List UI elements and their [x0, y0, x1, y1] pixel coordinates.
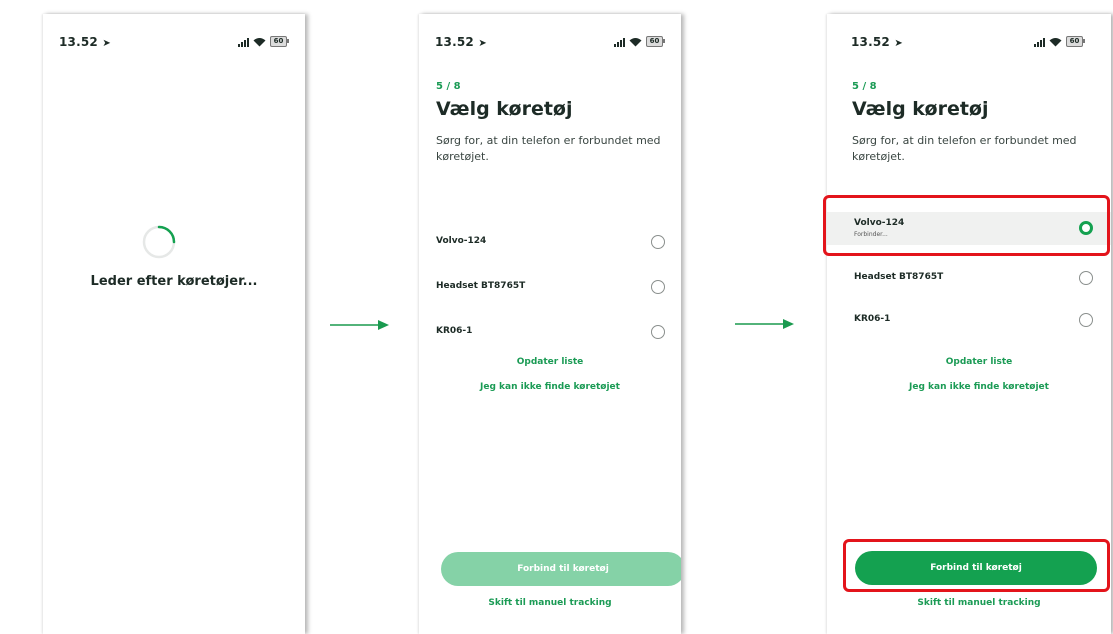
battery-icon: 60 [270, 36, 289, 47]
switch-manual-tracking-link[interactable]: Skift til manuel tracking [419, 598, 681, 608]
battery-icon: 60 [1066, 36, 1085, 47]
screen-loading: 13.52 ➤ 60 Leder efter køretøjer... [43, 14, 305, 634]
arrow-right-icon [735, 319, 794, 329]
signal-icon [1034, 37, 1045, 47]
cannot-find-vehicle-link[interactable]: Jeg kan ikke finde køretøjet [419, 382, 681, 392]
highlight-connect-button [843, 539, 1110, 592]
refresh-list-link[interactable]: Opdater liste [419, 357, 681, 367]
arrow-right-icon [330, 320, 389, 330]
status-bar: 13.52 ➤ 60 [43, 14, 305, 54]
step-indicator: 5 / 8 [436, 81, 461, 92]
page-subtitle: Sørg for, at din telefon er forbundet me… [852, 134, 1077, 163]
location-arrow-icon: ➤ [894, 38, 903, 49]
connect-vehicle-button[interactable]: Forbind til køretøj [441, 552, 681, 586]
status-time: 13.52 [851, 35, 890, 49]
status-bar: 13.52 ➤ 60 [419, 14, 681, 54]
radio-icon[interactable] [1079, 313, 1093, 327]
device-label: Volvo-124 [436, 236, 487, 246]
wifi-icon [253, 37, 266, 46]
signal-icon [238, 37, 249, 47]
wifi-icon [1049, 37, 1062, 46]
device-row-headset[interactable]: Headset BT8765T [419, 269, 681, 309]
step-indicator: 5 / 8 [852, 81, 877, 92]
radio-icon[interactable] [1079, 271, 1093, 285]
signal-icon [614, 37, 625, 47]
page-title: Vælg køretøj [852, 98, 989, 120]
page-subtitle: Sørg for, at din telefon er forbundet me… [436, 134, 661, 163]
wifi-icon [629, 37, 642, 46]
status-time: 13.52 [59, 35, 98, 49]
battery-icon: 60 [646, 36, 665, 47]
radio-icon[interactable] [651, 280, 665, 294]
location-arrow-icon: ➤ [102, 38, 111, 49]
page-title: Vælg køretøj [436, 98, 573, 120]
switch-manual-tracking-link[interactable]: Skift til manuel tracking [847, 598, 1111, 608]
refresh-list-link[interactable]: Opdater liste [847, 357, 1111, 367]
device-row-headset[interactable]: Headset BT8765T [827, 260, 1111, 300]
device-row-kr06[interactable]: KR06-1 [827, 302, 1111, 342]
radio-icon[interactable] [651, 325, 665, 339]
device-label: Headset BT8765T [854, 272, 944, 282]
screen-select-vehicle: 13.52 ➤ 60 5 / 8 Vælg køretøj Sørg for, … [419, 14, 681, 634]
location-arrow-icon: ➤ [478, 38, 487, 49]
device-row-kr06[interactable]: KR06-1 [419, 314, 681, 354]
device-row-volvo[interactable]: Volvo-124 [419, 224, 681, 264]
status-time: 13.52 [435, 35, 474, 49]
device-label: Headset BT8765T [436, 281, 526, 291]
loading-spinner-icon [142, 225, 176, 259]
highlight-selected-device [823, 195, 1110, 256]
cannot-find-vehicle-link[interactable]: Jeg kan ikke finde køretøjet [847, 382, 1111, 392]
status-bar: 13.52 ➤ 60 [827, 14, 1111, 54]
device-label: KR06-1 [854, 314, 891, 324]
loading-text: Leder efter køretøjer... [90, 274, 258, 289]
radio-icon[interactable] [651, 235, 665, 249]
device-label: KR06-1 [436, 326, 473, 336]
